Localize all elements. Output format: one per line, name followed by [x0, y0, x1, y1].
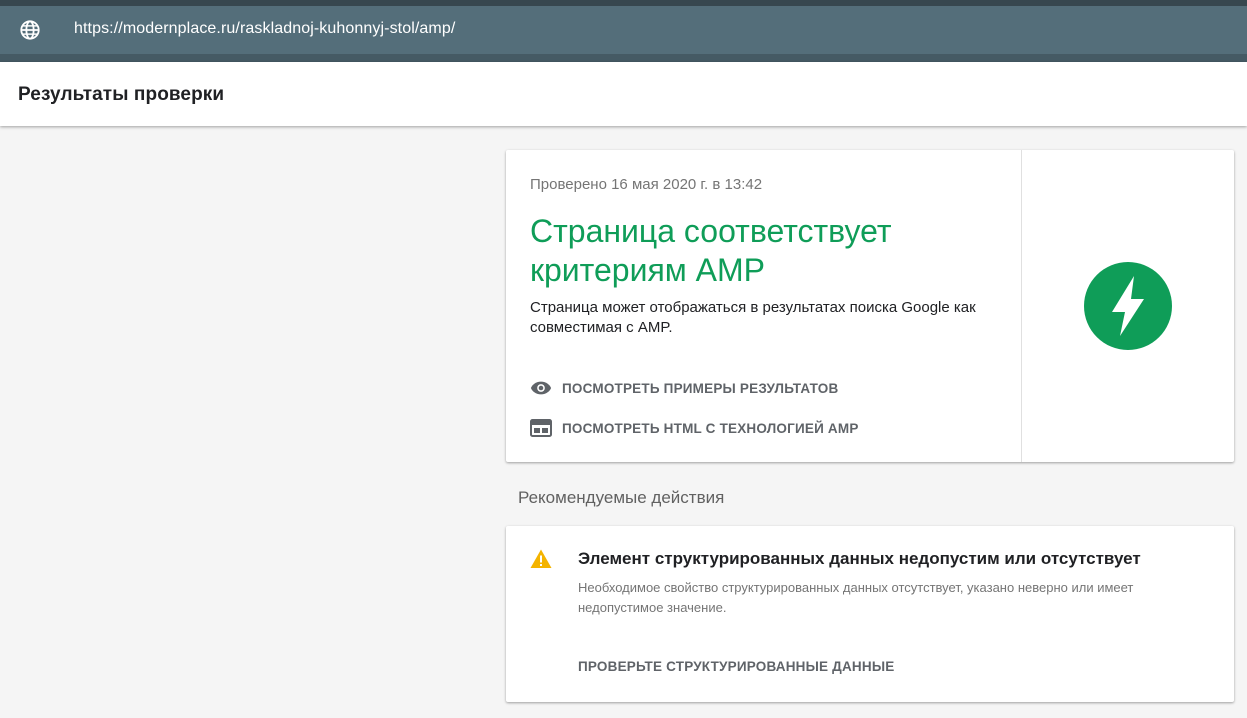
view-amp-html-button[interactable]: ПОСМОТРЕТЬ HTML С ТЕХНОЛОГИЕЙ AMP — [530, 417, 859, 439]
eye-icon — [530, 377, 554, 399]
page-title: Результаты проверки — [18, 84, 225, 105]
recommendation-title: Элемент структурированных данных недопус… — [578, 549, 1141, 568]
url-bar[interactable]: https://modernplace.ru/raskladnoj-kuhonn… — [0, 6, 1247, 54]
url-bar-bottom — [0, 54, 1247, 62]
amp-result-card: Проверено 16 мая 2020 г. в 13:42 Страниц… — [506, 150, 1234, 462]
checked-time: Проверено 16 мая 2020 г. в 13:42 — [530, 176, 763, 193]
url-text[interactable]: https://modernplace.ru/raskladnoj-kuhonn… — [74, 20, 455, 38]
page-header: Результаты проверки — [0, 62, 1247, 126]
recommendation-description: Необходимое свойство структурированных д… — [578, 580, 1134, 615]
warning-icon — [530, 549, 552, 569]
globe-icon — [19, 19, 41, 41]
view-amp-html-label: ПОСМОТРЕТЬ HTML С ТЕХНОЛОГИЕЙ AMP — [562, 420, 859, 436]
status-description: Страница может отображаться в результата… — [530, 299, 976, 336]
recommendation-card: Элемент структурированных данных недопус… — [506, 526, 1234, 702]
view-results-button[interactable]: ПОСМОТРЕТЬ ПРИМЕРЫ РЕЗУЛЬТАТОВ — [530, 377, 838, 399]
amp-lightning-icon — [1084, 262, 1172, 350]
status-title: Страница соответствует критериям AMP — [530, 213, 892, 288]
view-results-label: ПОСМОТРЕТЬ ПРИМЕРЫ РЕЗУЛЬТАТОВ — [562, 380, 839, 396]
recommendations-title: Рекомендуемые действия — [518, 488, 725, 507]
web-page-icon — [530, 417, 554, 439]
card-divider — [1021, 150, 1022, 462]
check-structured-data-button[interactable]: ПРОВЕРЬТЕ СТРУКТУРИРОВАННЫЕ ДАННЫЕ — [578, 659, 894, 674]
